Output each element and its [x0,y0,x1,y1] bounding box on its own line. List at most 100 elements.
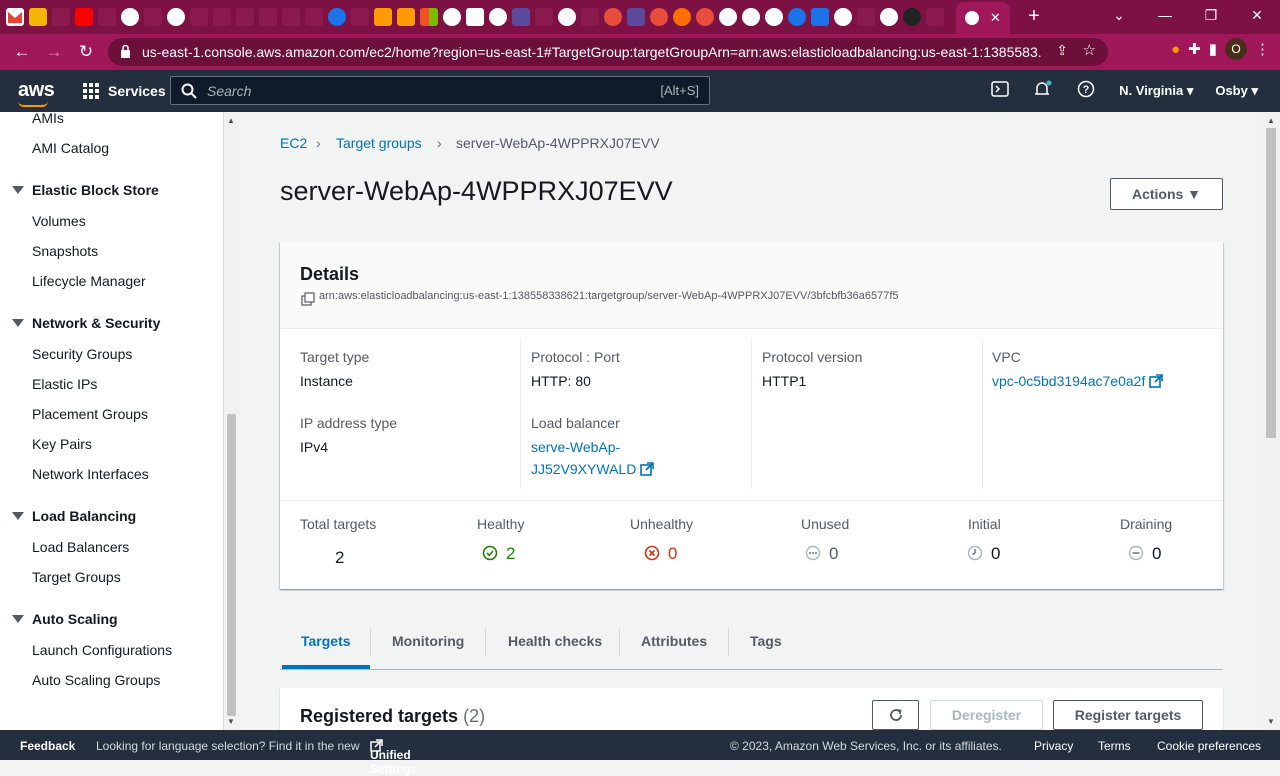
tab-favicon[interactable] [558,8,576,26]
share-icon[interactable]: ⇪ [1056,42,1068,59]
tab-favicon[interactable] [29,8,47,26]
tab-favicon[interactable] [604,8,622,26]
register-targets-button[interactable]: Register targets [1053,700,1203,730]
sidebar-section-auto-scaling[interactable]: Auto Scaling [12,611,118,627]
google-tab-icon[interactable] [443,8,461,26]
tab-favicon[interactable] [167,8,185,26]
load-balancer-link[interactable]: serve-WebAp- [531,439,620,455]
region-selector[interactable]: N. Virginia ▾ [1119,83,1193,99]
breadcrumb-ec2[interactable]: EC2 [280,135,307,151]
side-panel-icon[interactable]: ▮ [1209,40,1217,58]
sidebar-item-launch-configurations[interactable]: Launch Configurations [32,642,172,658]
tab-favicon[interactable] [811,8,829,26]
cookie-preferences-link[interactable]: Cookie preferences [1157,739,1261,753]
tab-favicon[interactable] [926,8,944,26]
extension-icon[interactable]: ● [1171,41,1180,58]
tab-favicon[interactable] [282,8,300,26]
tab-favicon[interactable] [857,8,875,26]
restore-icon[interactable]: ❐ [1188,0,1234,30]
tab-favicon[interactable] [305,8,323,26]
sidebar-item-ami-catalog[interactable]: AMI Catalog [32,140,109,156]
sidebar-section-load-balancing[interactable]: Load Balancing [12,508,136,524]
tab-favicon[interactable] [742,8,760,26]
copy-icon[interactable] [301,292,315,306]
sidebar-item-placement-groups[interactable]: Placement Groups [32,406,148,422]
sidebar-scroll-thumb[interactable] [227,414,236,716]
main-scrollbar[interactable]: ▲ ▼ [1263,112,1280,730]
tab-favicon[interactable] [466,8,484,26]
aws-logo[interactable]: aws [18,79,55,102]
tab-favicon[interactable] [52,8,70,26]
tab-monitoring[interactable]: Monitoring [392,633,464,649]
youtube-tab-icon[interactable] [75,8,93,26]
close-tab-icon[interactable]: ✕ [990,10,1001,26]
vpc-link[interactable]: vpc-0c5bd3194ac7e0a2f [992,373,1164,389]
forward-icon[interactable]: → [38,36,70,68]
sidebar-item-snapshots[interactable]: Snapshots [32,243,98,259]
refresh-button[interactable] [872,700,919,730]
load-balancer-link-line2[interactable]: JJ52V9XYWALD [531,461,655,477]
services-menu[interactable]: Services [108,83,166,99]
close-window-icon[interactable]: ✕ [1234,0,1280,30]
feedback-link[interactable]: Feedback [20,739,75,753]
menu-kebab-icon[interactable]: ⋮ [1255,40,1270,58]
tab-favicon[interactable] [328,8,346,26]
sidebar-item-load-balancers[interactable]: Load Balancers [32,539,129,555]
tab-tags[interactable]: Tags [750,633,782,649]
tab-targets[interactable]: Targets [301,633,351,649]
search-input[interactable]: Search [Alt+S] [170,76,710,105]
tab-favicon[interactable] [627,8,645,26]
help-icon[interactable]: ? [1077,80,1095,103]
actions-button[interactable]: Actions ▼ [1110,178,1223,210]
sidebar-section-elastic-block-store[interactable]: Elastic Block Store [12,182,159,198]
services-grid-icon[interactable] [83,83,99,99]
deregister-button[interactable]: Deregister [930,700,1043,730]
tab-favicon[interactable] [121,8,139,26]
scroll-down-arrow-icon[interactable]: ▼ [227,717,235,726]
tab-favicon[interactable] [650,8,668,26]
tab-favicon[interactable] [719,8,737,26]
profile-avatar[interactable]: O [1225,38,1247,60]
tab-favicon[interactable] [236,8,254,26]
active-tab[interactable]: ✕ [956,2,1010,34]
github-tab-icon[interactable] [903,8,921,26]
google-tab-icon[interactable] [834,8,852,26]
tab-favicon[interactable] [489,8,507,26]
scroll-down-arrow-icon[interactable]: ▼ [1267,717,1275,726]
cloudshell-icon[interactable] [991,80,1009,102]
sidebar-item-auto-scaling-groups[interactable]: Auto Scaling Groups [32,672,160,688]
gmail-tab-icon[interactable] [6,8,24,26]
back-icon[interactable]: ← [6,36,38,68]
privacy-link[interactable]: Privacy [1034,739,1073,753]
breadcrumb-target-groups[interactable]: Target groups [336,135,422,151]
tab-favicon[interactable] [190,8,208,26]
microsoft-tab-icon[interactable] [420,8,438,26]
sidebar-item-volumes[interactable]: Volumes [32,213,86,229]
tab-favicon[interactable] [880,8,898,26]
tab-favicon[interactable] [144,8,162,26]
tab-favicon[interactable] [765,8,783,26]
tab-favicon[interactable] [213,8,231,26]
sidebar-section-network-security[interactable]: Network & Security [12,315,160,331]
aws-tab-icon[interactable] [397,8,415,26]
main-scroll-thumb[interactable] [1266,128,1276,438]
tab-favicon[interactable] [98,8,116,26]
sidebar-scrollbar[interactable]: ▲ ▼ [224,112,239,730]
scroll-up-arrow-icon[interactable]: ▲ [227,116,235,125]
sidebar-item-elastic-ips[interactable]: Elastic IPs [32,376,97,392]
minimize-icon[interactable]: — [1142,0,1188,30]
account-menu[interactable]: Osby ▾ [1215,83,1258,99]
sidebar-item-amis[interactable]: AMIs [32,112,64,126]
download-tab-icon[interactable] [581,8,599,26]
tab-attributes[interactable]: Attributes [641,633,707,649]
sidebar-item-key-pairs[interactable]: Key Pairs [32,436,92,452]
sidebar-item-network-interfaces[interactable]: Network Interfaces [32,466,149,482]
notifications-bell-icon[interactable] [1033,80,1053,103]
bookmark-star-icon[interactable]: ☆ [1083,41,1096,59]
sidebar-item-security-groups[interactable]: Security Groups [32,346,132,362]
unified-settings-link[interactable]: Unified Settings [370,739,417,776]
sidebar-item-lifecycle-manager[interactable]: Lifecycle Manager [32,273,146,289]
tab-favicon[interactable] [259,8,277,26]
extensions-puzzle-icon[interactable]: ✚ [1188,40,1201,58]
terms-link[interactable]: Terms [1098,739,1131,753]
